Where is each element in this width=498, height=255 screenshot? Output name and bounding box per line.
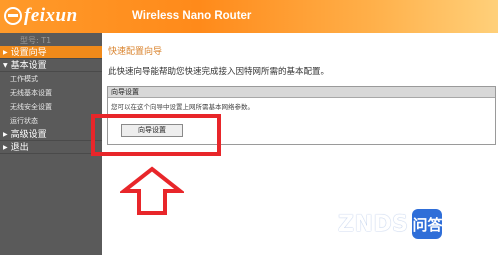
triangle-right-icon: ▶ (3, 131, 8, 138)
watermark-badge: 问答 (412, 209, 443, 239)
sidebar-item-label: 高级设置 (10, 130, 47, 140)
sidebar-item-label: 基本设置 (10, 61, 47, 71)
page-title: 快速配置向导 (108, 47, 163, 57)
sidebar-item-setup-wizard[interactable]: ▶ 设置向导 (0, 46, 102, 59)
sidebar-item-basic-settings[interactable]: ▼ 基本设置 (0, 59, 102, 72)
highlight-box (91, 114, 221, 156)
znds-watermark: ZNDS 问答 (338, 203, 490, 245)
logo-text: feixun (24, 5, 78, 26)
logo-icon (4, 7, 22, 25)
sidebar-item-label: 退出 (10, 143, 29, 153)
triangle-right-icon: ▶ (3, 144, 8, 151)
triangle-right-icon: ▶ (3, 49, 8, 56)
up-arrow-icon (120, 166, 184, 215)
sidebar-subitem-work-mode[interactable]: 工作模式 (0, 72, 102, 86)
brand-logo: feixun (4, 5, 78, 27)
sidebar-item-logout[interactable]: ▶ 退出 (0, 141, 102, 154)
sidebar: 型号: T1 ▶ 设置向导 ▼ 基本设置 工作模式 无线基本设置 无线安全设置 运行… (0, 33, 102, 255)
sidebar-subitem-status[interactable]: 运行状态 (0, 114, 102, 128)
sidebar-menu: ▶ 设置向导 ▼ 基本设置 工作模式 无线基本设置 无线安全设置 运行状态 ▶ 高级设… (0, 46, 102, 154)
sidebar-subitem-wireless-security[interactable]: 无线安全设置 (0, 100, 102, 114)
sidebar-subitem-wireless-basic[interactable]: 无线基本设置 (0, 86, 102, 100)
product-name: Wireless Nano Router (132, 10, 252, 22)
page-description: 此快速向导能帮助您快速完成接入因特网所需的基本配置。 (108, 67, 330, 77)
panel-text: 您可以在这个向导中设置上网所需基本网络参数。 (111, 103, 254, 111)
sidebar-item-label: 设置向导 (10, 48, 47, 58)
triangle-down-icon: ▼ (3, 62, 8, 69)
model-label: 型号: T1 (20, 36, 52, 45)
watermark-text: ZNDS (338, 211, 409, 237)
panel-header: 向导设置 (108, 87, 495, 98)
header-bar: feixun Wireless Nano Router (0, 0, 498, 33)
sidebar-item-advanced-settings[interactable]: ▶ 高级设置 (0, 128, 102, 141)
